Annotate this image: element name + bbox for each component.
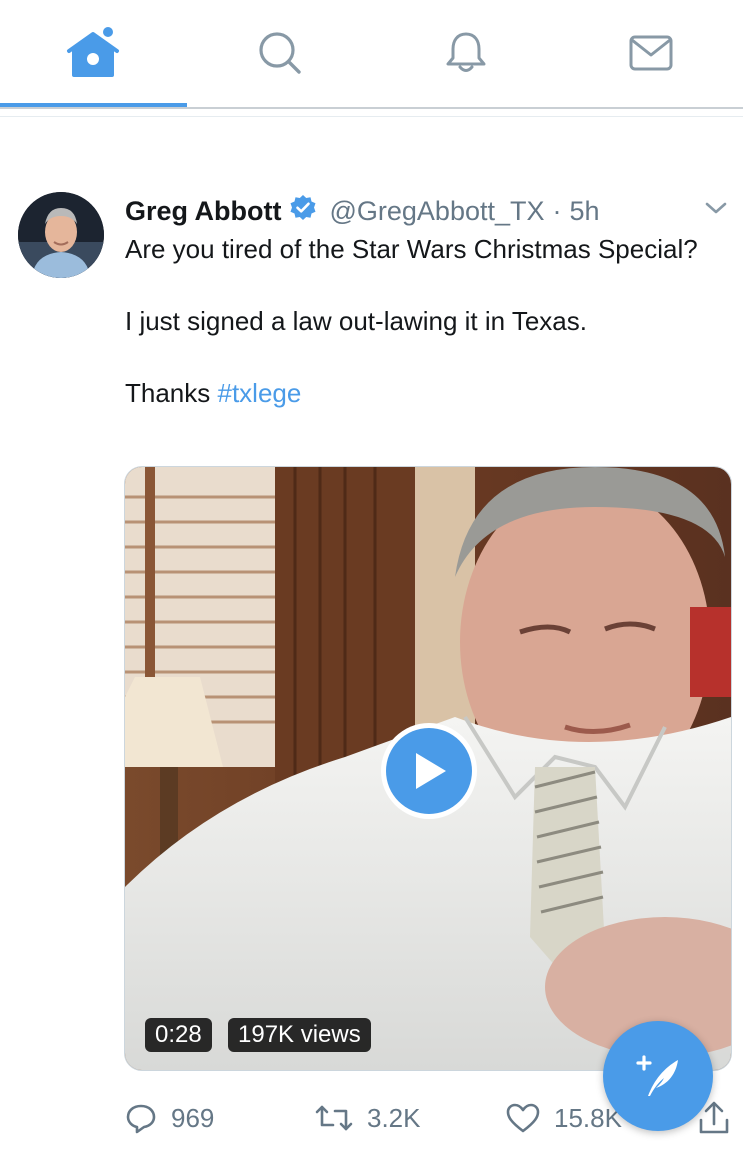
bell-icon <box>446 32 486 72</box>
hashtag-link[interactable]: #txlege <box>218 378 302 408</box>
separator-dot: · <box>552 195 562 226</box>
play-icon <box>416 753 446 789</box>
reply-button[interactable]: 969 <box>125 1098 214 1138</box>
mail-icon <box>629 35 673 71</box>
handle[interactable]: @GregAbbott_TX <box>329 196 544 227</box>
reply-icon <box>126 1104 156 1134</box>
compose-tweet-button[interactable] <box>603 1021 713 1131</box>
avatar[interactable] <box>18 192 104 278</box>
tab-messages[interactable] <box>559 0 743 106</box>
timeline-divider <box>0 116 743 117</box>
tweet-text: Are you tired of the Star Wars Christmas… <box>125 231 725 412</box>
display-name[interactable]: Greg Abbott <box>125 196 281 227</box>
top-nav <box>0 0 743 117</box>
chevron-down-icon <box>705 202 727 214</box>
like-button[interactable]: 15.8K <box>506 1098 622 1138</box>
video-duration: 0:28 <box>145 1018 212 1052</box>
home-icon <box>66 27 119 77</box>
tab-search[interactable] <box>187 0 373 106</box>
heart-icon <box>506 1103 540 1133</box>
tweet-text-line: Are you tired of the Star Wars Christmas… <box>125 234 698 264</box>
reply-count: 969 <box>171 1102 215 1133</box>
tweet-text-line: I just signed a law out-lawing it in Tex… <box>125 306 587 336</box>
retweet-count: 3.2K <box>367 1102 421 1133</box>
video-views: 197K views <box>228 1018 371 1052</box>
tweet-menu-button[interactable] <box>704 200 728 221</box>
verified-badge-icon <box>289 194 317 229</box>
timestamp[interactable]: 5h <box>570 196 600 227</box>
tab-notifications[interactable] <box>373 0 559 106</box>
tweet-text-line: Thanks #txlege <box>125 375 725 412</box>
compose-feather-icon <box>636 1055 678 1096</box>
tab-home[interactable] <box>0 0 187 106</box>
video-player[interactable]: 0:28 197K views <box>124 466 732 1071</box>
retweet-button[interactable]: 3.2K <box>315 1098 421 1138</box>
search-icon <box>259 32 301 74</box>
thanks-text: Thanks <box>125 378 218 408</box>
play-button[interactable] <box>381 723 477 819</box>
nav-divider <box>0 107 743 109</box>
tweet-header: Greg Abbott @GregAbbott_TX · 5h <box>125 194 600 228</box>
retweet-icon <box>315 1105 353 1131</box>
